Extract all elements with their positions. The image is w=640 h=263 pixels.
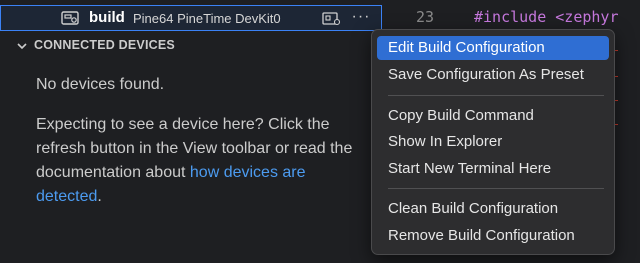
- help-suffix: .: [97, 188, 102, 205]
- menu-item-remove-build-configuration[interactable]: Remove Build Configuration: [377, 224, 609, 248]
- build-config-row[interactable]: build Pine64 PineTime DevKit0 ···: [0, 5, 382, 31]
- menu-item-show-in-explorer[interactable]: Show In Explorer: [377, 130, 609, 154]
- code-line: #include <zephyr: [474, 8, 619, 26]
- board-chip-icon[interactable]: [321, 11, 341, 26]
- board-name: Pine64 PineTime DevKit0: [133, 11, 281, 26]
- menu-item-start-new-terminal-here[interactable]: Start New Terminal Here: [377, 157, 609, 181]
- connected-devices-header[interactable]: CONNECTED DEVICES: [0, 34, 384, 56]
- section-title: CONNECTED DEVICES: [34, 38, 175, 52]
- menu-item-clean-build-configuration[interactable]: Clean Build Configuration: [377, 197, 609, 221]
- context-menu: Edit Build Configuration Save Configurat…: [371, 29, 615, 255]
- menu-item-edit-build-configuration[interactable]: Edit Build Configuration: [377, 36, 609, 60]
- chevron-down-icon: [16, 39, 28, 51]
- build-folder-icon: [61, 10, 79, 26]
- build-label: build: [89, 9, 125, 26]
- more-actions-button[interactable]: ···: [349, 6, 373, 30]
- help-text: Expecting to see a device here? Click th…: [36, 113, 366, 209]
- menu-separator: [388, 95, 604, 96]
- line-number: 23: [416, 8, 435, 26]
- menu-separator: [388, 188, 604, 189]
- sidebar: build Pine64 PineTime DevKit0 ··· CONNEC…: [0, 0, 384, 263]
- menu-item-copy-build-command[interactable]: Copy Build Command: [377, 104, 609, 128]
- menu-item-save-configuration-as-preset[interactable]: Save Configuration As Preset: [377, 63, 609, 87]
- no-devices-message: No devices found.: [36, 76, 165, 93]
